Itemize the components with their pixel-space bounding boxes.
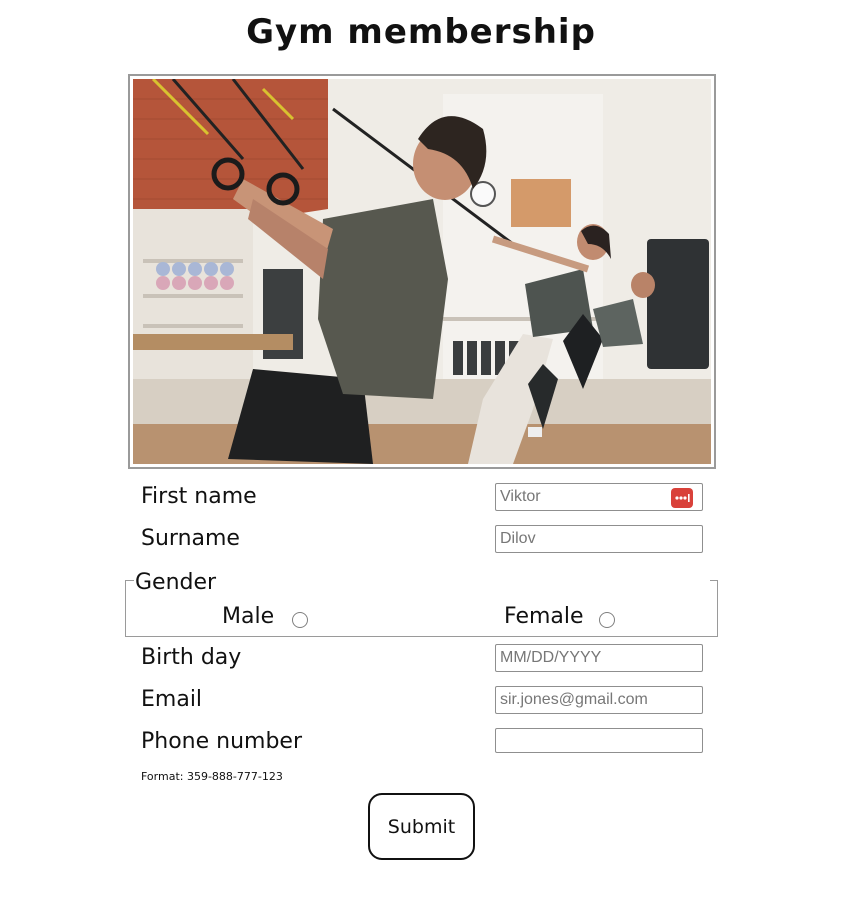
surname-input[interactable] <box>495 525 703 553</box>
gender-legend: Gender <box>135 570 219 595</box>
first-name-label: First name <box>141 484 257 509</box>
hero-image <box>133 79 711 464</box>
gender-female-radio[interactable] <box>599 612 615 628</box>
fieldset-border <box>710 580 718 581</box>
key-dots-icon[interactable] <box>671 488 693 508</box>
submit-button[interactable]: Submit <box>368 793 475 860</box>
phone-label: Phone number <box>141 729 303 754</box>
phone-format-hint: Format: 359-888-777-123 <box>141 770 283 783</box>
birthday-label: Birth day <box>141 645 242 670</box>
phone-input[interactable] <box>495 728 703 753</box>
surname-label: Surname <box>141 526 240 551</box>
fieldset-border <box>125 580 134 581</box>
gender-male-label[interactable]: Male <box>222 604 274 629</box>
gender-female-label[interactable]: Female <box>504 604 584 629</box>
page-title: Gym membership <box>246 12 596 52</box>
email-label: Email <box>141 687 203 712</box>
hero-image-frame <box>128 74 716 469</box>
email-input[interactable] <box>495 686 703 714</box>
gender-male-radio[interactable] <box>292 612 308 628</box>
birthday-input[interactable] <box>495 644 703 672</box>
